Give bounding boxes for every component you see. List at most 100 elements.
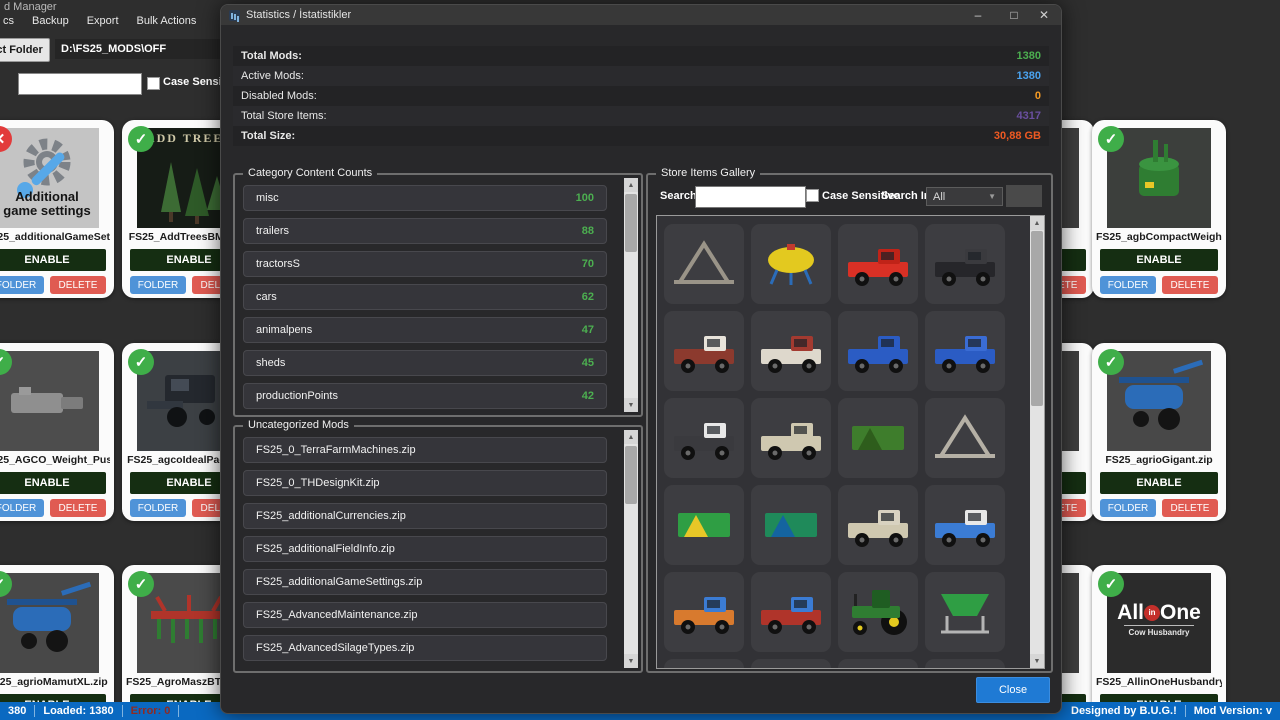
category-name: trailers (256, 225, 289, 237)
category-count: 47 (582, 324, 594, 336)
delete-button[interactable]: DELETE (1162, 499, 1218, 517)
uncategorized-mod-row[interactable]: FS25_0_THDesignKit.zip (243, 470, 607, 496)
store-item-tile[interactable] (751, 485, 831, 565)
category-row[interactable]: productionPoints42 (243, 383, 607, 409)
category-row[interactable]: trailers 88 (243, 218, 607, 244)
dialog-titlebar[interactable]: Statistics / İstatistikler – □ ✕ (221, 5, 1061, 25)
store-item-tile[interactable] (838, 485, 918, 565)
store-item-tile[interactable] (751, 311, 831, 391)
store-item-tile[interactable] (664, 398, 744, 478)
uncategorized-scrollbar[interactable]: ▲ ▼ (624, 430, 638, 668)
store-item-tile[interactable] (838, 224, 918, 304)
store-item-tile[interactable] (664, 572, 744, 652)
store-item-tile[interactable] (925, 659, 1005, 669)
category-name: productionPoints (256, 390, 338, 402)
store-item-tile[interactable] (664, 224, 744, 304)
enabled-check-icon: ✓ (128, 126, 154, 152)
store-item-tile[interactable] (925, 572, 1005, 652)
uncategorized-mod-row[interactable]: FS25_additionalCurrencies.zip (243, 503, 607, 529)
uncategorized-mod-row[interactable]: FS25_AdvancedMaintenance.zip (243, 602, 607, 628)
delete-button[interactable]: DELETE (1162, 276, 1218, 294)
store-item-tile[interactable] (751, 398, 831, 478)
store-item-tile[interactable] (925, 398, 1005, 478)
store-item-tile[interactable] (925, 311, 1005, 391)
stats-row: Disabled Mods:0 (233, 86, 1049, 106)
store-item-tile[interactable] (751, 659, 831, 669)
store-item-tile[interactable] (838, 572, 918, 652)
uncategorized-mod-row[interactable]: FS25_AdvancedSilageTypes.zip (243, 635, 607, 661)
enable-button[interactable]: ENABLE (0, 249, 106, 271)
scroll-thumb[interactable] (625, 446, 637, 504)
mod-filename: FS25_additionalCurrencies.zip (256, 510, 406, 522)
category-row[interactable]: cars62 (243, 284, 607, 310)
delete-button[interactable]: DELETE (50, 499, 106, 517)
enable-button[interactable]: ENABLE (0, 472, 106, 494)
category-count: 88 (582, 225, 594, 237)
folder-button[interactable]: FOLDER (0, 276, 44, 294)
close-button[interactable]: Close (976, 677, 1050, 703)
bg-search-input[interactable] (18, 73, 142, 95)
status-mod-version: Mod Version: v (1186, 705, 1280, 717)
category-row[interactable]: sheds45 (243, 350, 607, 376)
scroll-up-icon[interactable]: ▲ (624, 430, 638, 444)
store-item-tile[interactable] (925, 224, 1005, 304)
mod-card: AllinOneCow Husbandry✓FS25_AllinOneHusba… (1092, 565, 1226, 720)
uncategorized-mod-row[interactable]: FS25_additionalGameSettings.zip (243, 569, 607, 595)
scroll-down-icon[interactable]: ▼ (1030, 654, 1044, 668)
menu-item-export[interactable]: Export (87, 15, 119, 31)
store-item-tile[interactable] (751, 224, 831, 304)
category-row[interactable]: tractorsS70 (243, 251, 607, 277)
category-row[interactable]: animalpens47 (243, 317, 607, 343)
store-item-tile[interactable] (664, 485, 744, 565)
scroll-up-icon[interactable]: ▲ (1030, 216, 1044, 230)
stat-value: 30,88 GB (994, 130, 1041, 142)
bg-case-sensitive-checkbox[interactable] (147, 77, 160, 90)
store-item-tile[interactable] (838, 659, 918, 669)
menu-item-backup[interactable]: Backup (32, 15, 69, 31)
category-count: 45 (582, 357, 594, 369)
close-window-button[interactable]: ✕ (1029, 5, 1059, 25)
gallery-search-in-dropdown[interactable]: All ▼ (926, 187, 1003, 206)
store-item-tile[interactable] (664, 659, 744, 669)
folder-button[interactable]: FOLDER (130, 499, 186, 517)
folder-button[interactable]: FOLDER (1100, 499, 1156, 517)
uncategorized-mod-row[interactable]: FS25_0_TerraFarmMachines.zip (243, 437, 607, 463)
stat-label: Active Mods: (241, 70, 304, 82)
delete-button[interactable]: DELETE (50, 276, 106, 294)
maximize-button[interactable]: □ (999, 5, 1029, 25)
minimize-button[interactable]: – (963, 5, 993, 25)
statistics-dialog: Statistics / İstatistikler – □ ✕ Total M… (220, 4, 1062, 714)
category-row[interactable]: misc100 (243, 185, 607, 211)
uncategorized-mod-row[interactable]: FS25_additionalFieldInfo.zip (243, 536, 607, 562)
scroll-down-icon[interactable]: ▼ (624, 398, 638, 412)
folder-button[interactable]: FOLDER (0, 499, 44, 517)
scroll-thumb[interactable] (1031, 231, 1043, 406)
store-item-tile[interactable] (838, 311, 918, 391)
stats-row: Total Mods:1380 (233, 46, 1049, 66)
folder-button[interactable]: FOLDER (130, 276, 186, 294)
gallery-box-title: Store Items Gallery (656, 167, 760, 179)
gallery-case-sensitive-checkbox[interactable] (806, 189, 819, 202)
category-count: 62 (582, 291, 594, 303)
scroll-down-icon[interactable]: ▼ (624, 654, 638, 668)
menu-item-bulk-actions[interactable]: Bulk Actions (137, 15, 197, 31)
menu-item-statistics[interactable]: cs (3, 15, 14, 31)
store-item-tile[interactable] (751, 572, 831, 652)
mod-card: ✓FS25_AGCO_Weight_Push...ENABLEFOLDERDEL… (0, 343, 114, 521)
category-content-counts-box: Category Content Counts misc100trailers8… (233, 173, 643, 417)
folder-button[interactable]: FOLDER (1100, 276, 1156, 294)
mod-filename: FS25_AdvancedSilageTypes.zip (256, 642, 414, 654)
gallery-scrollbar[interactable]: ▲ ▼ (1030, 216, 1044, 668)
gallery-search-input[interactable] (695, 186, 806, 208)
store-item-tile[interactable] (838, 398, 918, 478)
mod-thumbnail (0, 573, 99, 673)
enable-button[interactable]: ENABLE (1100, 249, 1218, 271)
screen: d Manager cs Backup Export Bulk Actions … (0, 0, 1280, 720)
store-item-tile[interactable] (664, 311, 744, 391)
scroll-up-icon[interactable]: ▲ (624, 178, 638, 192)
scroll-thumb[interactable] (625, 194, 637, 252)
enable-button[interactable]: ENABLE (1100, 472, 1218, 494)
category-scrollbar[interactable]: ▲ ▼ (624, 178, 638, 412)
store-item-tile[interactable] (925, 485, 1005, 565)
select-folder-button[interactable]: lect Folder (0, 38, 50, 62)
